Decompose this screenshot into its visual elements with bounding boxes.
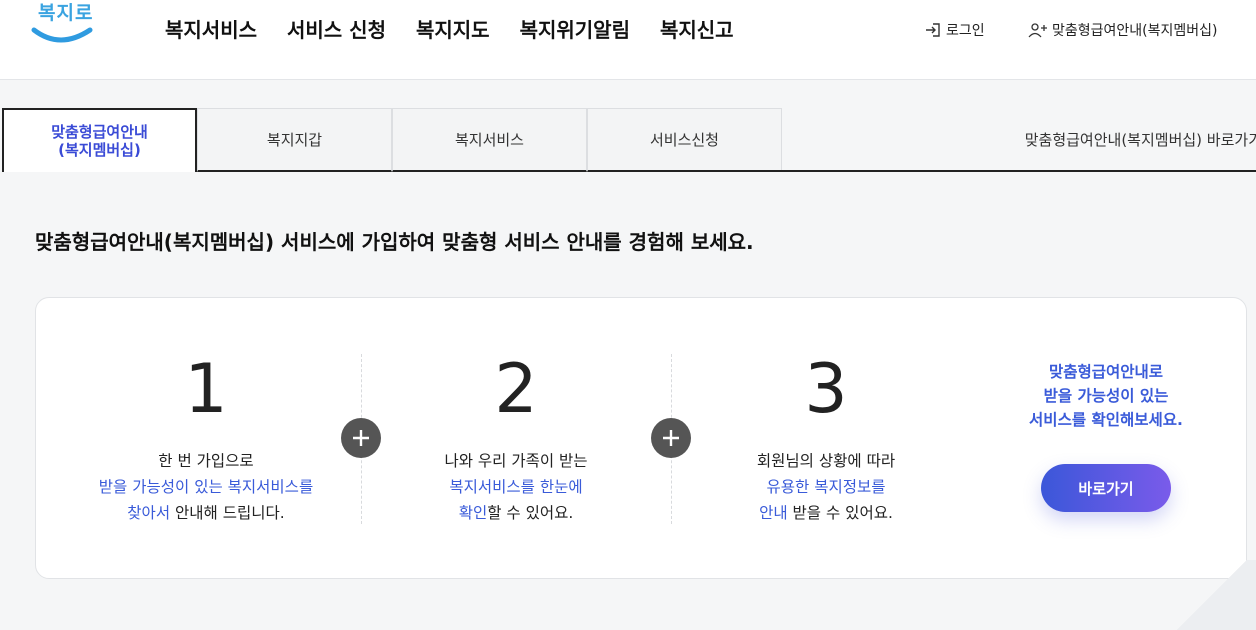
tab-welfare-wallet[interactable]: 복지지갑 bbox=[197, 108, 392, 172]
step-line-highlight: 받을 가능성이 있는 복지서비스를 bbox=[98, 478, 314, 496]
step-line: 안내해 드립니다. bbox=[170, 504, 285, 522]
tab-custom-benefit-line2: (복지멤버십) bbox=[58, 141, 141, 159]
nav-welfare-service[interactable]: 복지서비스 bbox=[165, 14, 257, 43]
background-decoration bbox=[1150, 560, 1256, 630]
site-header: 복지로 복지서비스 서비스 신청 복지지도 복지위기알림 복지신고 로그인 맞춤… bbox=[0, 0, 1256, 80]
go-shortcut-button[interactable]: 바로가기 bbox=[1041, 464, 1171, 512]
user-add-icon bbox=[1028, 23, 1047, 38]
login-link[interactable]: 로그인 bbox=[924, 20, 985, 40]
membership-link[interactable]: 맞춤형급여안내(복지멤버십) bbox=[1028, 20, 1217, 40]
nav-welfare-crisis-alert[interactable]: 복지위기알림 bbox=[520, 14, 630, 43]
step-number: 1 bbox=[184, 350, 228, 429]
cta-text: 맞춤형급여안내로 받을 가능성이 있는 서비스를 확인해보세요. bbox=[996, 360, 1216, 432]
tab-custom-benefit[interactable]: 맞춤형급여안내 (복지멤버십) bbox=[2, 108, 197, 172]
step-number: 2 bbox=[494, 350, 538, 429]
plus-icon bbox=[341, 418, 381, 458]
step-line: 할 수 있어요. bbox=[487, 504, 574, 522]
step-line-highlight: 복지서비스를 한눈에 bbox=[449, 478, 583, 496]
bokjiro-logo[interactable]: 복지로 bbox=[30, 0, 94, 52]
step-line: 나와 우리 가족이 받는 bbox=[444, 452, 588, 470]
login-label: 로그인 bbox=[946, 23, 985, 39]
step-description: 회원님의 상황에 따라 유용한 복지정보를 안내 받을 수 있어요. bbox=[686, 448, 966, 526]
main-nav: 복지서비스 서비스 신청 복지지도 복지위기알림 복지신고 bbox=[165, 14, 764, 43]
step-1: 1 한 번 가입으로 받을 가능성이 있는 복지서비스를 찾아서 안내해 드립니… bbox=[66, 298, 346, 526]
nav-welfare-map[interactable]: 복지지도 bbox=[416, 14, 490, 43]
nav-welfare-report[interactable]: 복지신고 bbox=[660, 14, 734, 43]
step-line-highlight: 찾아서 bbox=[127, 504, 171, 522]
logo-smile-icon bbox=[31, 27, 93, 43]
membership-label: 맞춤형급여안내(복지멤버십) bbox=[1052, 23, 1218, 39]
tab-service-apply[interactable]: 서비스신청 bbox=[587, 108, 782, 172]
step-description: 나와 우리 가족이 받는 복지서비스를 한눈에 확인할 수 있어요. bbox=[376, 448, 656, 526]
tab-custom-benefit-line1: 맞춤형급여안내 bbox=[51, 123, 148, 141]
plus-icon bbox=[651, 418, 691, 458]
cta-line: 서비스를 확인해보세요. bbox=[1029, 411, 1183, 429]
step-3: 3 회원님의 상황에 따라 유용한 복지정보를 안내 받을 수 있어요. bbox=[686, 298, 966, 526]
step-number: 3 bbox=[804, 350, 848, 429]
step-line: 회원님의 상황에 따라 bbox=[756, 452, 896, 470]
shortcut-label: 맞춤형급여안내(복지멤버십) 바로가기 bbox=[1024, 130, 1256, 149]
step-description: 한 번 가입으로 받을 가능성이 있는 복지서비스를 찾아서 안내해 드립니다. bbox=[66, 448, 346, 526]
cta-line: 받을 가능성이 있는 bbox=[1043, 387, 1169, 405]
tab-welfare-service[interactable]: 복지서비스 bbox=[392, 108, 587, 172]
step-line: 받을 수 있어요. bbox=[787, 504, 893, 522]
step-line: 한 번 가입으로 bbox=[158, 452, 254, 470]
page-headline: 맞춤형급여안내(복지멤버십) 서비스에 가입하여 맞춤형 서비스 안내를 경험해… bbox=[35, 230, 754, 254]
cta-line: 맞춤형급여안내로 bbox=[1048, 363, 1164, 381]
nav-service-apply[interactable]: 서비스 신청 bbox=[287, 14, 386, 43]
login-icon bbox=[926, 23, 940, 37]
step-2: 2 나와 우리 가족이 받는 복지서비스를 한눈에 확인할 수 있어요. bbox=[376, 298, 656, 526]
step-line-highlight: 유용한 복지정보를 bbox=[766, 478, 886, 496]
logo-text: 복지로 bbox=[38, 2, 94, 24]
cta-panel: 맞춤형급여안내로 받을 가능성이 있는 서비스를 확인해보세요. 바로가기 bbox=[996, 360, 1216, 512]
step-line-highlight: 안내 bbox=[759, 504, 788, 522]
step-line-highlight: 확인 bbox=[458, 504, 488, 522]
tab-membership-shortcut[interactable]: 맞춤형급여안내(복지멤버십) 바로가기 bbox=[781, 108, 1256, 172]
membership-steps-card: 1 한 번 가입으로 받을 가능성이 있는 복지서비스를 찾아서 안내해 드립니… bbox=[35, 297, 1247, 579]
